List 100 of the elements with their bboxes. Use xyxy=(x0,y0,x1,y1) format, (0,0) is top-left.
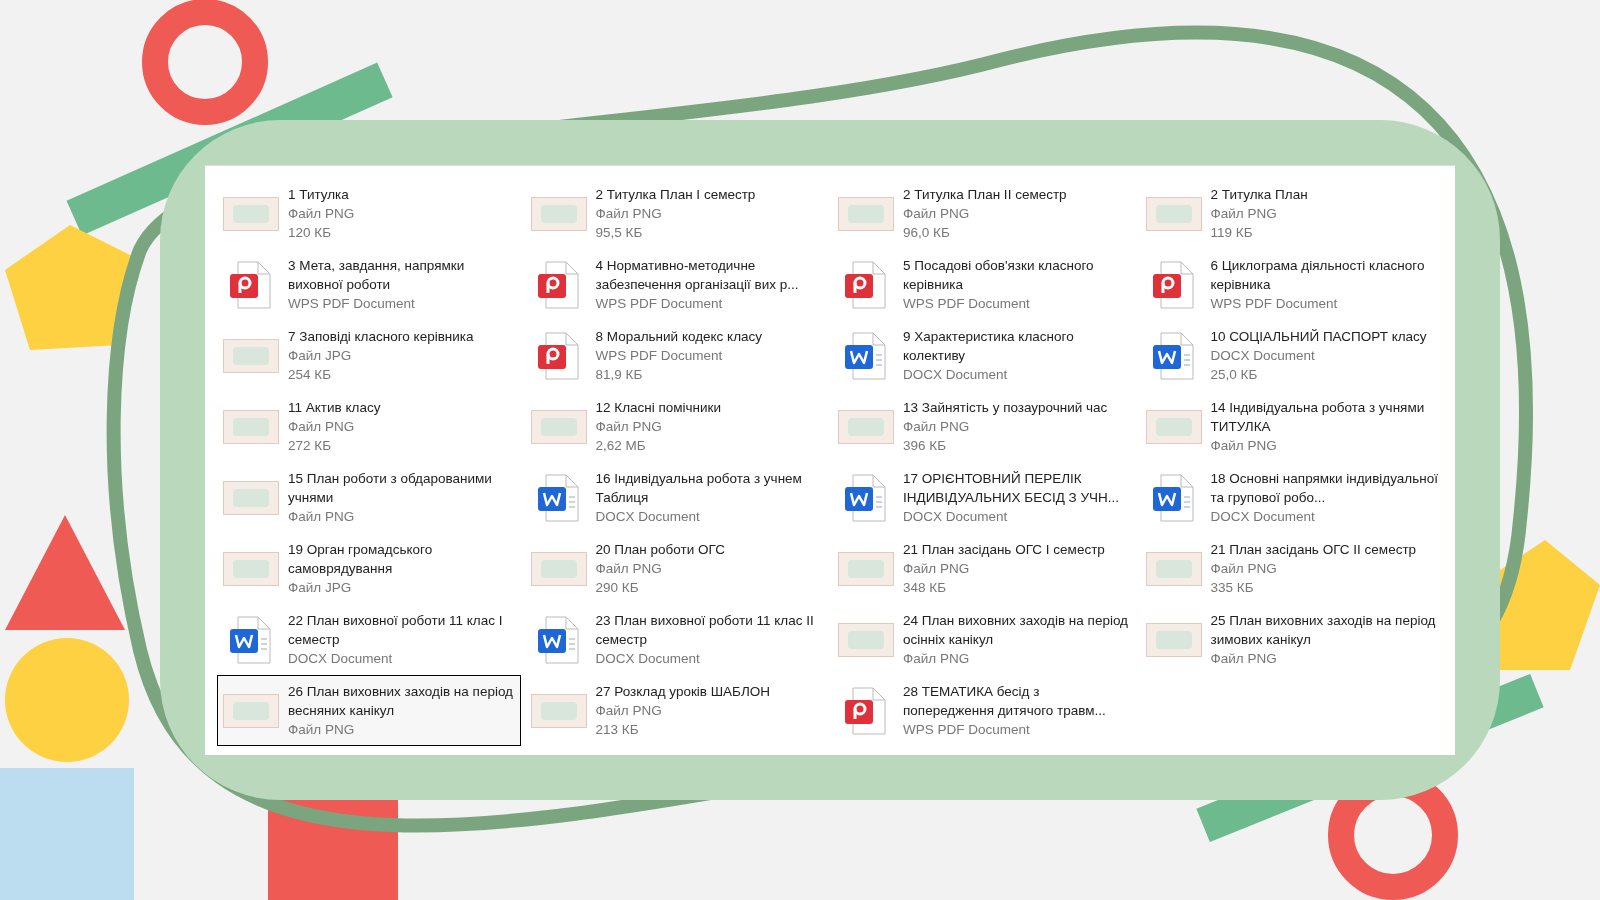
file-item[interactable]: 27 Розклад уроків ШАБЛОН Файл PNG 213 КБ xyxy=(524,675,828,746)
file-item[interactable]: 18 Основні напрямки індивідуальної та групової робо... DOCX Document xyxy=(1139,462,1443,533)
file-type: DOCX Document xyxy=(595,650,701,668)
file-item[interactable]: 7 Заповіді класного керівника Файл JPG 254 КБ xyxy=(217,320,521,391)
file-item[interactable]: 2 Титулка План Файл PNG 119 КБ xyxy=(1139,178,1443,249)
file-name: 4 Нормативно-методичне забезпечення організації вих р... xyxy=(595,257,800,294)
file-type: WPS PDF Document xyxy=(595,295,724,313)
pdf-file-icon xyxy=(228,259,274,310)
file-name: 13 Зайнятість у позаурочний час xyxy=(903,399,1108,417)
file-item[interactable]: 21 План засідань ОГС II семестр Файл PNG 335 КБ xyxy=(1139,533,1443,604)
file-type: Файл JPG xyxy=(288,579,353,597)
file-item[interactable]: 13 Зайнятість у позаурочний час Файл PNG 396 КБ xyxy=(832,391,1136,462)
file-type: WPS PDF Document xyxy=(595,347,724,365)
file-size: 95,5 КБ xyxy=(595,224,644,242)
file-name: 27 Розклад уроків ШАБЛОН xyxy=(595,683,771,701)
file-type: WPS PDF Document xyxy=(903,721,1031,739)
file-type: Файл PNG xyxy=(903,418,971,436)
file-item[interactable]: 19 Орган громадського самоврядування Файл JPG xyxy=(217,533,521,604)
file-name: 26 План виховних заходів на період весняних канікул xyxy=(288,683,514,720)
file-item[interactable]: 14 Індивідуальна робота з учнями ТИТУЛКА Файл PNG xyxy=(1139,391,1443,462)
file-size: 120 КБ xyxy=(288,224,332,242)
image-thumbnail xyxy=(838,622,894,657)
file-item[interactable]: 26 План виховних заходів на період весняних канікул Файл PNG xyxy=(217,675,521,746)
image-thumbnail xyxy=(223,693,279,728)
file-name: 10 СОЦІАЛЬНИЙ ПАСПОРТ класу xyxy=(1210,328,1427,346)
file-item[interactable]: 1 Титулка Файл PNG 120 КБ xyxy=(217,178,521,249)
image-thumbnail xyxy=(838,551,894,586)
file-item[interactable]: 12 Класні помічники Файл PNG 2,62 МБ xyxy=(524,391,828,462)
file-item[interactable]: 3 Мета, завдання, напрямки виховної роботи WPS PDF Document xyxy=(217,249,521,320)
file-item[interactable]: 10 СОЦІАЛЬНИЙ ПАСПОРТ класу DOCX Document 25,0 КБ xyxy=(1139,320,1443,391)
file-name: 7 Заповіді класного керівника xyxy=(288,328,474,346)
file-type: Файл PNG xyxy=(903,560,971,578)
image-thumbnail xyxy=(223,480,279,515)
file-size: 348 КБ xyxy=(903,579,947,597)
file-type: WPS PDF Document xyxy=(903,295,1031,313)
file-type: DOCX Document xyxy=(903,366,1009,384)
file-type: DOCX Document xyxy=(903,508,1009,526)
word-file-icon xyxy=(535,472,582,523)
word-file-icon xyxy=(1150,472,1197,523)
file-name: 2 Титулка План xyxy=(1210,186,1308,204)
word-file-icon xyxy=(535,614,582,665)
file-item[interactable]: 28 ТЕМАТИКА бесід з попередження дитячого травм... WPS PDF Document xyxy=(832,675,1136,746)
file-name: 15 План роботи з обдарованими учнями xyxy=(288,470,493,507)
image-thumbnail xyxy=(223,409,279,444)
file-type: Файл PNG xyxy=(1210,437,1278,455)
file-type: Файл PNG xyxy=(595,702,663,720)
file-name: 20 План роботи ОГС xyxy=(595,541,725,559)
file-size: 396 КБ xyxy=(903,437,947,455)
pdf-file-icon xyxy=(1150,259,1197,310)
file-name: 17 ОРІЄНТОВНИЙ ПЕРЕЛІК ІНДИВІДУАЛЬНИХ БЕСІД З УЧН... xyxy=(903,470,1121,507)
file-type: Файл PNG xyxy=(903,205,971,223)
file-type: DOCX Document xyxy=(288,650,394,668)
file-type: DOCX Document xyxy=(595,508,701,526)
word-file-icon xyxy=(843,330,889,381)
file-item[interactable]: 8 Моральний кодекс класу WPS PDF Document 81,9 КБ xyxy=(524,320,828,391)
file-type: Файл PNG xyxy=(1210,205,1278,223)
pdf-file-icon xyxy=(535,330,582,381)
file-size: 335 КБ xyxy=(1210,579,1255,597)
file-type: Файл PNG xyxy=(288,721,356,739)
file-type: Файл PNG xyxy=(1210,650,1278,668)
pdf-file-icon xyxy=(843,685,889,736)
file-item[interactable]: 22 План виховної роботи 11 клас I семестр DOCX Document xyxy=(217,604,521,675)
file-size: 254 КБ xyxy=(288,366,332,384)
file-item[interactable]: 2 Титулка План II семестр Файл PNG 96,0 КБ xyxy=(832,178,1136,249)
file-item[interactable]: 17 ОРІЄНТОВНИЙ ПЕРЕЛІК ІНДИВІДУАЛЬНИХ БЕСІД З УЧН... DOCX Document xyxy=(832,462,1136,533)
file-item[interactable]: 9 Характеристика класного колективу DOCX Document xyxy=(832,320,1136,391)
file-type: Файл PNG xyxy=(288,418,356,436)
image-thumbnail xyxy=(1145,622,1202,657)
file-name: 28 ТЕМАТИКА бесід з попередження дитячого травм... xyxy=(903,683,1107,720)
file-name: 18 Основні напрямки індивідуальної та групової робо... xyxy=(1210,470,1438,507)
file-item[interactable]: 5 Посадові обов'язки класного керівника WPS PDF Document xyxy=(832,249,1136,320)
file-item[interactable]: 25 План виховних заходів на період зимових канікул Файл PNG xyxy=(1139,604,1443,675)
file-item[interactable]: 24 План виховних заходів на період осінніх канікул Файл PNG xyxy=(832,604,1136,675)
file-item[interactable]: 6 Циклограма діяльності класного керівника WPS PDF Document xyxy=(1139,249,1443,320)
word-file-icon xyxy=(228,614,274,665)
image-thumbnail xyxy=(223,196,279,231)
pdf-file-icon xyxy=(535,259,582,310)
file-item[interactable]: 20 План роботи ОГС Файл PNG 290 КБ xyxy=(524,533,828,604)
file-item[interactable]: 11 Актив класу Файл PNG 272 КБ xyxy=(217,391,521,462)
file-name: 12 Класні помічники xyxy=(595,399,722,417)
file-name: 8 Моральний кодекс класу xyxy=(595,328,763,346)
file-name: 6 Циклограма діяльності класного керівника xyxy=(1210,257,1426,294)
file-type: DOCX Document xyxy=(1210,347,1316,365)
file-item[interactable]: 2 Титулка План I семестр Файл PNG 95,5 КБ xyxy=(524,178,828,249)
image-thumbnail xyxy=(530,196,587,231)
file-name: 19 Орган громадського самоврядування xyxy=(288,541,434,578)
file-item[interactable]: 23 План виховної роботи 11 клас II семестр DOCX Document xyxy=(524,604,828,675)
file-type: Файл PNG xyxy=(288,508,356,526)
file-item[interactable]: 21 План засідань ОГС I семестр Файл PNG 348 КБ xyxy=(832,533,1136,604)
file-item[interactable]: 16 Індивідуальна робота з учнем Таблиця DOCX Document xyxy=(524,462,828,533)
image-thumbnail xyxy=(1145,551,1202,586)
image-thumbnail xyxy=(530,409,587,444)
file-size: 213 КБ xyxy=(595,721,640,739)
file-type: Файл PNG xyxy=(595,205,663,223)
pdf-file-icon xyxy=(843,259,889,310)
file-type: Файл PNG xyxy=(1210,560,1278,578)
image-thumbnail xyxy=(1145,409,1202,444)
file-type: Файл PNG xyxy=(903,650,971,668)
file-item[interactable]: 4 Нормативно-методичне забезпечення організації вих р... WPS PDF Document xyxy=(524,249,828,320)
file-item[interactable]: 15 План роботи з обдарованими учнями Файл PNG xyxy=(217,462,521,533)
